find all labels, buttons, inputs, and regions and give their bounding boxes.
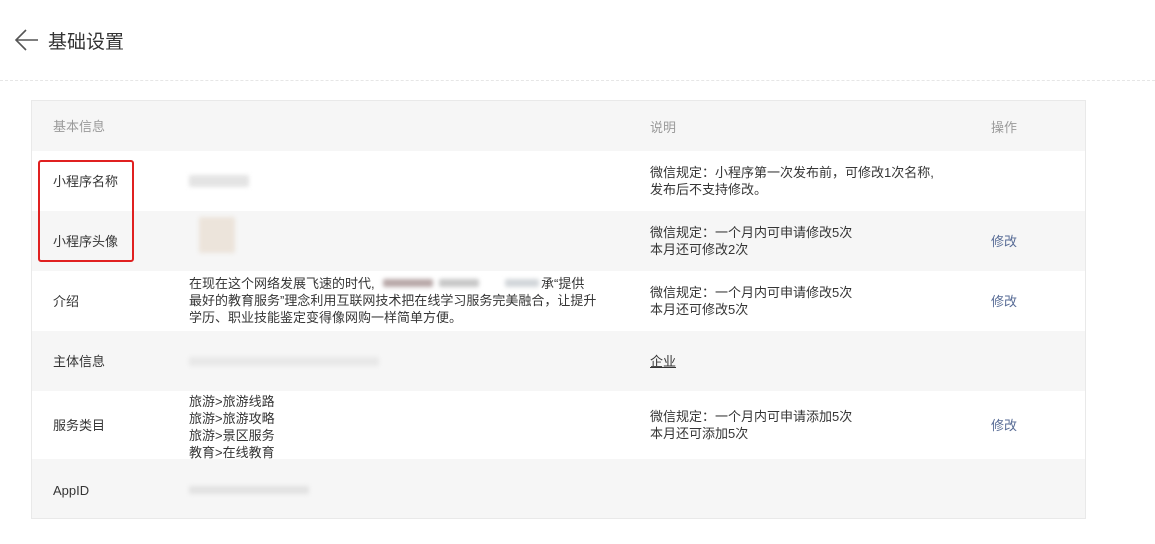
table-header-row: 基本信息 说明 操作 (32, 101, 1085, 151)
settings-table: 基本信息 说明 操作 小程序名称 微信规定：小程序第一次发布前，可修改1次名称,… (31, 100, 1086, 519)
redacted-intro-2 (439, 279, 479, 287)
table-row-name: 小程序名称 微信规定：小程序第一次发布前，可修改1次名称, 发布后不支持修改。 (32, 151, 1085, 211)
page-title: 基础设置 (48, 32, 125, 53)
redacted-intro-3 (505, 279, 539, 287)
name-rule-text: 微信规定：小程序第一次发布前，可修改1次名称, 发布后不支持修改。 (650, 165, 934, 197)
avatar-image (199, 217, 235, 253)
category-list: 旅游>旅游线路 旅游>旅游攻略 旅游>景区服务 教育>在线教育 (189, 393, 275, 461)
header-description: 说明 (650, 120, 677, 135)
page-header: 基础设置 (0, 0, 1155, 81)
category-rule-text: 微信规定：一个月内可申请添加5次 本月还可添加5次 (650, 409, 853, 441)
table-row-subject: 主体信息 企业 (32, 331, 1085, 391)
intro-rule-text: 微信规定：一个月内可申请修改5次 本月还可修改5次 (650, 285, 853, 317)
subject-type-link[interactable]: 企业 (650, 353, 676, 370)
modify-avatar-link[interactable]: 修改 (991, 233, 1017, 250)
table-row-intro: 介绍 在现在这个网络发展飞速的时代, 承“提供 最好的教育服务”理念利用互联网技… (32, 271, 1085, 331)
redacted-appid (189, 486, 309, 494)
row-label-category: 服务类目 (53, 418, 106, 433)
modify-category-link[interactable]: 修改 (991, 417, 1017, 434)
row-label-intro: 介绍 (53, 294, 80, 309)
category-item: 旅游>旅游攻略 (189, 411, 275, 426)
header-basic-info: 基本信息 (53, 119, 106, 134)
table-row-avatar: 小程序头像 微信规定：一个月内可申请修改5次 本月还可修改2次 修改 (32, 211, 1085, 271)
row-label-subject: 主体信息 (53, 354, 106, 369)
row-label-name: 小程序名称 (53, 174, 119, 189)
category-item: 旅游>旅游线路 (189, 394, 275, 409)
arrow-left-icon[interactable] (14, 28, 40, 52)
table-row-category: 服务类目 旅游>旅游线路 旅游>旅游攻略 旅游>景区服务 教育>在线教育 微信规… (32, 391, 1085, 461)
intro-text: 在现在这个网络发展飞速的时代, 承“提供 最好的教育服务”理念利用互联网技术把在… (189, 276, 597, 325)
redacted-subject (189, 357, 379, 366)
table-row-appid: AppID (32, 459, 1085, 518)
redacted-name (189, 175, 249, 187)
category-item: 旅游>景区服务 (189, 428, 275, 443)
row-label-appid: AppID (53, 483, 90, 498)
avatar-rule-text: 微信规定：一个月内可申请修改5次 本月还可修改2次 (650, 225, 853, 257)
redacted-intro-1 (383, 279, 433, 287)
row-label-avatar: 小程序头像 (53, 234, 119, 249)
modify-intro-link[interactable]: 修改 (991, 293, 1017, 310)
header-operation: 操作 (991, 120, 1018, 135)
